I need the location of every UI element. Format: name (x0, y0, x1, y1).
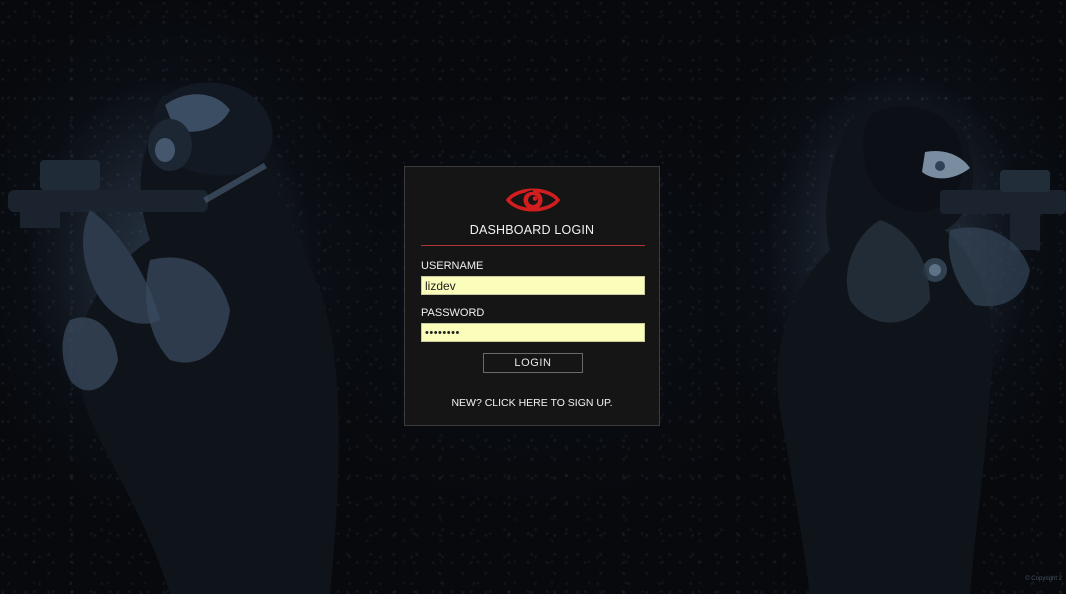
title-divider (421, 245, 645, 246)
login-button[interactable]: LOGIN (483, 353, 583, 373)
password-label: PASSWORD (421, 307, 485, 319)
soldier-left-image (8, 82, 339, 594)
eye-icon (506, 188, 560, 212)
username-label: USERNAME (421, 260, 484, 272)
login-panel: DASHBOARD LOGIN USERNAME PASSWORD LOGIN … (404, 166, 660, 426)
signup-link[interactable]: NEW? CLICK HERE TO SIGN UP. (405, 397, 659, 409)
copyright-text: © Copyright 2 (1025, 576, 1062, 582)
password-field[interactable] (421, 323, 645, 342)
page-title: DASHBOARD LOGIN (469, 223, 595, 237)
soldier-right-image (777, 101, 1066, 594)
background-scene: DASHBOARD LOGIN USERNAME PASSWORD LOGIN … (0, 0, 1066, 594)
username-field[interactable] (421, 276, 645, 295)
